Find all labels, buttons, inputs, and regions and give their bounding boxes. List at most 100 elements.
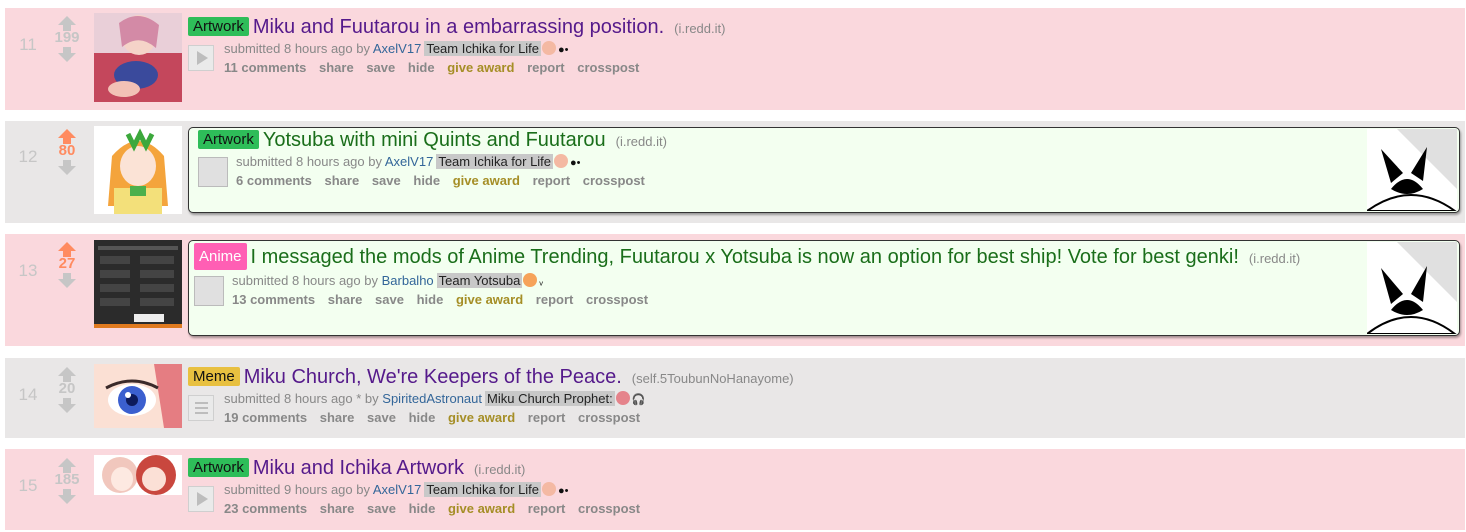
user-flair: Team Ichika for Life (424, 482, 542, 497)
author-link[interactable]: SpiritedAstronaut (382, 391, 482, 406)
bunny-ribbon-small-icon: ᵥ (539, 276, 543, 288)
expand-image-button[interactable] (188, 45, 214, 71)
downvote-arrow-icon[interactable] (58, 489, 76, 504)
post-flair[interactable]: Artwork (188, 17, 249, 36)
save-button[interactable]: save (367, 410, 396, 425)
give-award-button[interactable]: give award (453, 173, 520, 188)
crosspost-button[interactable]: crosspost (583, 173, 645, 188)
hide-button[interactable]: hide (409, 410, 436, 425)
share-button[interactable]: share (319, 60, 354, 75)
post-domain[interactable]: (i.redd.it) (1249, 251, 1300, 266)
post-score: 20 (58, 380, 76, 397)
post-score: 185 (54, 471, 80, 488)
post-domain[interactable]: (i.redd.it) (474, 462, 525, 477)
vote-box: 27 (51, 242, 83, 288)
save-button[interactable]: save (367, 501, 396, 516)
expand-text-button[interactable] (188, 395, 214, 421)
comments-link[interactable]: 19 comments (224, 410, 307, 425)
earring-icon: ●• (558, 44, 569, 56)
post-title[interactable]: Yotsuba with mini Quints and Fuutarou (263, 129, 606, 151)
upvote-arrow-icon[interactable] (58, 242, 76, 257)
give-award-button[interactable]: give award (448, 501, 515, 516)
upvote-arrow-icon[interactable] (58, 129, 76, 144)
post-flair[interactable]: Artwork (188, 458, 249, 477)
author-link[interactable]: Barbalho (382, 273, 434, 288)
share-button[interactable]: share (325, 173, 360, 188)
report-button[interactable]: report (536, 292, 574, 307)
give-award-button[interactable]: give award (447, 60, 514, 75)
author-link[interactable]: AxelV17 (385, 154, 433, 169)
user-flair: Team Yotsuba (436, 273, 523, 288)
submitted-text: submitted 8 hours ago * by (224, 391, 379, 406)
post-domain[interactable]: (self.5ToubunNoHanayome) (632, 371, 794, 386)
post-title[interactable]: Miku and Fuutarou in a embarrassing posi… (253, 16, 664, 38)
save-button[interactable]: save (366, 60, 395, 75)
post-title[interactable]: I messaged the mods of Anime Trending, F… (251, 246, 1239, 268)
post-flair[interactable]: Anime (194, 243, 247, 270)
report-button[interactable]: report (528, 501, 566, 516)
post-domain[interactable]: (i.redd.it) (674, 21, 725, 36)
post-flair[interactable]: Meme (188, 367, 240, 386)
post-thumbnail[interactable] (94, 364, 182, 428)
author-link[interactable]: AxelV17 (373, 41, 421, 56)
user-avatar[interactable] (194, 276, 224, 306)
comments-link[interactable]: 6 comments (236, 173, 312, 188)
vote-box: 20 (51, 367, 83, 413)
post-domain[interactable]: (i.redd.it) (616, 134, 667, 149)
share-button[interactable]: share (320, 501, 355, 516)
bunny-ribbon-icon (1367, 242, 1457, 334)
post-thumbnail[interactable] (94, 240, 182, 328)
post-tagline: submitted 8 hours ago by AxelV17 Team Ich… (236, 154, 1358, 169)
post-title[interactable]: Miku Church, We're Keepers of the Peace. (244, 366, 622, 388)
downvote-arrow-icon[interactable] (58, 398, 76, 413)
share-button[interactable]: share (328, 292, 363, 307)
upvote-arrow-icon[interactable] (58, 16, 76, 31)
downvote-arrow-icon[interactable] (58, 160, 76, 175)
author-link[interactable]: AxelV17 (373, 482, 421, 497)
report-button[interactable]: report (527, 60, 565, 75)
give-award-button[interactable]: give award (448, 410, 515, 425)
report-button[interactable]: report (528, 410, 566, 425)
vote-box: 185 (51, 458, 83, 504)
post-thumbnail[interactable] (94, 455, 182, 495)
post-rank: 11 (19, 35, 37, 54)
post-rank: 12 (18, 147, 38, 166)
post-11: 11 199 Artwork Miku and Fuutarou in a emb… (5, 8, 1465, 110)
post-buttons: 11 comments share save hide give award r… (224, 60, 1448, 75)
hide-button[interactable]: hide (417, 292, 444, 307)
crosspost-button[interactable]: crosspost (578, 410, 640, 425)
upvote-arrow-icon[interactable] (58, 367, 76, 382)
thumbnail-image (94, 240, 182, 328)
give-award-button[interactable]: give award (456, 292, 523, 307)
hide-button[interactable]: hide (408, 60, 435, 75)
save-button[interactable]: save (375, 292, 404, 307)
post-thumbnail[interactable] (94, 126, 182, 214)
post-flair[interactable]: Artwork (198, 130, 259, 149)
post-12: 12 80 Artwork Yotsuba with mini Quints an… (5, 121, 1465, 223)
comments-link[interactable]: 11 comments (224, 60, 306, 75)
report-button[interactable]: report (533, 173, 571, 188)
post-thumbnail[interactable] (94, 13, 182, 102)
vote-box: 80 (51, 129, 83, 175)
downvote-arrow-icon[interactable] (58, 47, 76, 62)
hide-button[interactable]: hide (409, 501, 436, 516)
downvote-arrow-icon[interactable] (58, 273, 76, 288)
crosspost-button[interactable]: crosspost (586, 292, 648, 307)
upvote-arrow-icon[interactable] (58, 458, 76, 473)
share-button[interactable]: share (320, 410, 355, 425)
comments-link[interactable]: 13 comments (232, 292, 315, 307)
crosspost-button[interactable]: crosspost (578, 501, 640, 516)
post-score: 80 (58, 142, 76, 159)
post-score: 27 (58, 255, 76, 272)
ichika-face-icon (554, 154, 569, 168)
user-avatar[interactable] (198, 157, 228, 187)
save-button[interactable]: save (372, 173, 401, 188)
hide-button[interactable]: hide (413, 173, 440, 188)
crosspost-button[interactable]: crosspost (577, 60, 639, 75)
expand-image-button[interactable] (188, 486, 214, 512)
user-flair: Team Ichika for Life (436, 154, 554, 169)
thumbnail-image (94, 13, 182, 102)
post-title[interactable]: Miku and Ichika Artwork (253, 457, 464, 479)
post-14: 14 20 Meme Miku Church, We're Keepers of … (5, 358, 1465, 438)
comments-link[interactable]: 23 comments (224, 501, 307, 516)
